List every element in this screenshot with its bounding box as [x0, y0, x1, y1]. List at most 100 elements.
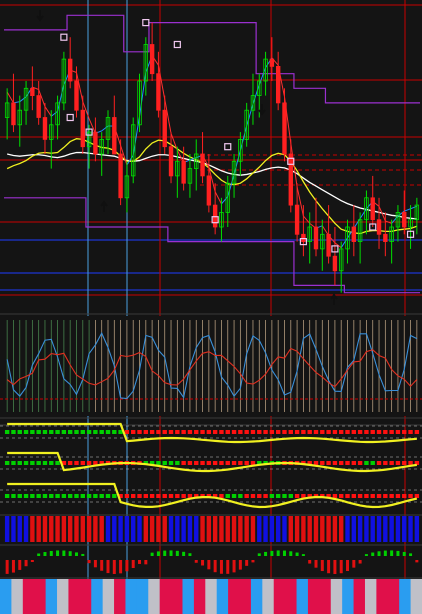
histogram-bar [402, 516, 407, 542]
histogram-bar [187, 516, 193, 542]
signal-bar [201, 560, 205, 566]
band-dot [4, 461, 10, 465]
band-dot [332, 430, 338, 434]
candle [200, 153, 205, 177]
band-dot [30, 494, 35, 498]
candle [402, 211, 407, 228]
signal-bar [213, 560, 217, 573]
signal-bar [175, 550, 179, 556]
color-strip-cell [102, 579, 115, 614]
candle [162, 109, 167, 148]
histogram-bar [282, 516, 287, 542]
signal-bar [232, 560, 236, 573]
band-dot [42, 494, 48, 498]
band-dot [402, 494, 407, 498]
histogram-bar [332, 516, 338, 542]
trading-chart[interactable] [0, 0, 422, 614]
band-dot [36, 430, 41, 434]
band-dot [67, 461, 73, 465]
signal-bar [56, 550, 60, 556]
band-dot [74, 461, 79, 465]
band-dot [345, 494, 350, 498]
histogram-bar [257, 516, 262, 542]
band-dot [86, 461, 92, 465]
color-strip-cell [342, 579, 355, 614]
histogram-bar [105, 516, 111, 542]
histogram-bar [313, 516, 319, 542]
band-dot [187, 461, 193, 465]
candle [288, 153, 293, 206]
band-dot [288, 430, 293, 434]
histogram-bar [357, 516, 363, 542]
band-dot [112, 494, 117, 498]
band-dot [212, 461, 218, 465]
band-dot [219, 430, 224, 434]
band-dot [17, 494, 22, 498]
signal-bar [289, 551, 293, 556]
histogram-bar [244, 516, 249, 542]
chart-canvas[interactable] [0, 0, 422, 614]
band-dot [414, 430, 420, 434]
color-strip-cell [205, 579, 218, 614]
signal-bar [156, 551, 160, 556]
histogram-bar [143, 516, 149, 542]
band-dot [275, 430, 281, 434]
color-strip-cell [307, 579, 320, 614]
band-dot [168, 461, 174, 465]
histogram-bar [124, 516, 130, 542]
candle [74, 80, 79, 111]
band-dot [23, 461, 29, 465]
band-dot [137, 494, 142, 498]
band-dot [332, 494, 338, 498]
band-dot [61, 494, 67, 498]
candle [326, 233, 331, 257]
band-dot [288, 494, 293, 498]
band-dot [225, 494, 230, 498]
signal-bar [314, 560, 318, 568]
histogram-bar [263, 516, 268, 542]
band-dot [30, 430, 35, 434]
band-dot [80, 461, 85, 465]
band-dot [301, 430, 306, 434]
band-dot [402, 430, 407, 434]
candle [30, 87, 35, 97]
color-strip-cell [34, 579, 47, 614]
band-dot [36, 494, 41, 498]
histogram-bar [408, 516, 413, 542]
signal-bar [377, 551, 381, 556]
band-dot [149, 430, 155, 434]
histogram-bar [414, 516, 420, 542]
band-dot [275, 494, 281, 498]
band-dot [74, 494, 79, 498]
candle [118, 153, 123, 199]
band-dot [332, 461, 338, 465]
band-dot [80, 494, 85, 498]
histogram-bar [11, 516, 16, 542]
signal-bar [245, 560, 249, 566]
candle [168, 146, 174, 177]
color-strip-cell [68, 579, 81, 614]
histogram-bar [175, 516, 180, 542]
histogram-bar [112, 516, 117, 542]
histogram-bar [383, 516, 388, 542]
histogram-bar [326, 516, 331, 542]
band-dot [4, 430, 10, 434]
candle [93, 131, 98, 155]
band-dot [17, 430, 22, 434]
signal-bar [352, 560, 356, 568]
candle [370, 197, 375, 221]
band-dot [131, 430, 136, 434]
band-dot [61, 430, 67, 434]
band-dot [49, 494, 54, 498]
color-strip-cell [285, 579, 298, 614]
band-dot [339, 494, 344, 498]
band-dot [376, 461, 382, 465]
candle [11, 102, 16, 126]
signal-bar [68, 551, 72, 556]
band-dot [364, 494, 369, 498]
signal-bar [226, 560, 230, 574]
band-dot [389, 430, 394, 434]
band-dot [206, 430, 212, 434]
band-dot [131, 494, 136, 498]
band-dot [200, 461, 205, 465]
